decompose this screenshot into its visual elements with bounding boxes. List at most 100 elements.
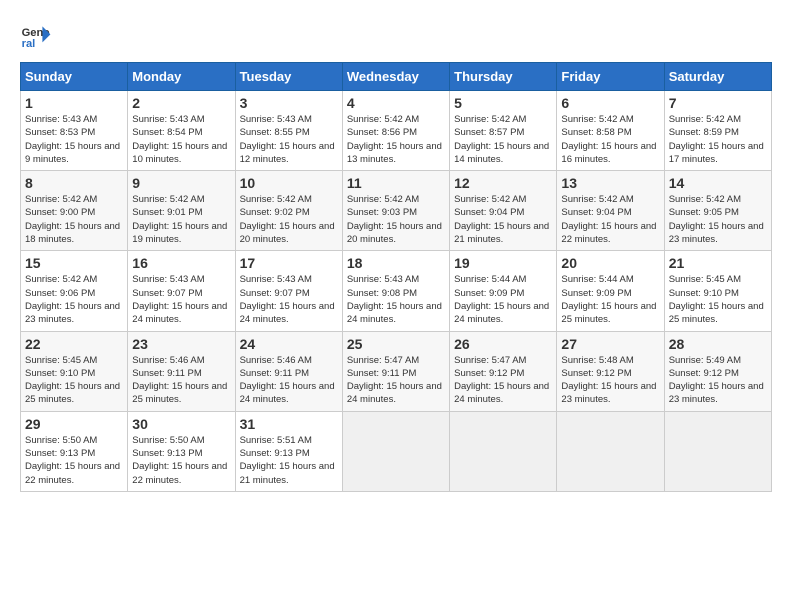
day-info: Sunrise: 5:42 AMSunset: 9:02 PMDaylight:…: [240, 193, 338, 246]
day-info: Sunrise: 5:43 AMSunset: 8:55 PMDaylight:…: [240, 113, 338, 166]
day-number: 12: [454, 175, 552, 191]
calendar-cell: [557, 411, 664, 491]
day-info: Sunrise: 5:42 AMSunset: 9:06 PMDaylight:…: [25, 273, 123, 326]
day-info: Sunrise: 5:47 AMSunset: 9:11 PMDaylight:…: [347, 354, 445, 407]
day-header-monday: Monday: [128, 63, 235, 91]
calendar-cell: 16 Sunrise: 5:43 AMSunset: 9:07 PMDayligh…: [128, 251, 235, 331]
calendar-cell: 3Sunrise: 5:43 AMSunset: 8:55 PMDaylight…: [235, 91, 342, 171]
day-info: Sunrise: 5:49 AMSunset: 9:12 PMDaylight:…: [669, 354, 767, 407]
day-info: Sunrise: 5:42 AMSunset: 9:05 PMDaylight:…: [669, 193, 767, 246]
day-info: Sunrise: 5:45 AMSunset: 9:10 PMDaylight:…: [25, 354, 123, 407]
day-header-tuesday: Tuesday: [235, 63, 342, 91]
calendar-cell: 27 Sunrise: 5:48 AMSunset: 9:12 PMDayligh…: [557, 331, 664, 411]
day-info: Sunrise: 5:43 AMSunset: 8:54 PMDaylight:…: [132, 113, 230, 166]
day-number: 21: [669, 255, 767, 271]
calendar-cell: 9 Sunrise: 5:42 AMSunset: 9:01 PMDaylight…: [128, 171, 235, 251]
day-number: 15: [25, 255, 123, 271]
day-info: Sunrise: 5:43 AMSunset: 8:53 PMDaylight:…: [25, 113, 123, 166]
calendar-cell: 11 Sunrise: 5:42 AMSunset: 9:03 PMDayligh…: [342, 171, 449, 251]
day-number: 16: [132, 255, 230, 271]
day-info: Sunrise: 5:43 AMSunset: 9:08 PMDaylight:…: [347, 273, 445, 326]
day-number: 6: [561, 95, 659, 111]
day-number: 31: [240, 416, 338, 432]
day-number: 5: [454, 95, 552, 111]
day-info: Sunrise: 5:50 AMSunset: 9:13 PMDaylight:…: [132, 434, 230, 487]
day-info: Sunrise: 5:42 AMSunset: 8:59 PMDaylight:…: [669, 113, 767, 166]
calendar-cell: 31 Sunrise: 5:51 AMSunset: 9:13 PMDayligh…: [235, 411, 342, 491]
calendar-cell: 23 Sunrise: 5:46 AMSunset: 9:11 PMDayligh…: [128, 331, 235, 411]
calendar-cell: 8 Sunrise: 5:42 AMSunset: 9:00 PMDaylight…: [21, 171, 128, 251]
day-info: Sunrise: 5:45 AMSunset: 9:10 PMDaylight:…: [669, 273, 767, 326]
day-header-saturday: Saturday: [664, 63, 771, 91]
calendar-cell: 2 Sunrise: 5:43 AMSunset: 8:54 PMDaylight…: [128, 91, 235, 171]
calendar-cell: 30 Sunrise: 5:50 AMSunset: 9:13 PMDayligh…: [128, 411, 235, 491]
day-number: 27: [561, 336, 659, 352]
calendar-cell: 1 Sunrise: 5:43 AMSunset: 8:53 PMDaylight…: [21, 91, 128, 171]
day-info: Sunrise: 5:42 AMSunset: 9:00 PMDaylight:…: [25, 193, 123, 246]
day-header-sunday: Sunday: [21, 63, 128, 91]
day-info: Sunrise: 5:44 AMSunset: 9:09 PMDaylight:…: [454, 273, 552, 326]
day-info: Sunrise: 5:44 AMSunset: 9:09 PMDaylight:…: [561, 273, 659, 326]
calendar-cell: 21 Sunrise: 5:45 AMSunset: 9:10 PMDayligh…: [664, 251, 771, 331]
page-header: Gene ral: [20, 20, 772, 52]
day-number: 1: [25, 95, 123, 111]
day-header-wednesday: Wednesday: [342, 63, 449, 91]
day-number: 2: [132, 95, 230, 111]
calendar-cell: 19 Sunrise: 5:44 AMSunset: 9:09 PMDayligh…: [450, 251, 557, 331]
day-number: 24: [240, 336, 338, 352]
day-number: 19: [454, 255, 552, 271]
day-number: 4: [347, 95, 445, 111]
calendar-cell: 14Sunrise: 5:42 AMSunset: 9:05 PMDayligh…: [664, 171, 771, 251]
day-info: Sunrise: 5:48 AMSunset: 9:12 PMDaylight:…: [561, 354, 659, 407]
day-info: Sunrise: 5:42 AMSunset: 8:58 PMDaylight:…: [561, 113, 659, 166]
day-number: 29: [25, 416, 123, 432]
day-number: 8: [25, 175, 123, 191]
logo-icon: Gene ral: [20, 20, 52, 52]
day-header-friday: Friday: [557, 63, 664, 91]
day-info: Sunrise: 5:42 AMSunset: 8:56 PMDaylight:…: [347, 113, 445, 166]
calendar-cell: 24Sunrise: 5:46 AMSunset: 9:11 PMDayligh…: [235, 331, 342, 411]
day-info: Sunrise: 5:42 AMSunset: 9:04 PMDaylight:…: [561, 193, 659, 246]
calendar-cell: 28Sunrise: 5:49 AMSunset: 9:12 PMDayligh…: [664, 331, 771, 411]
calendar-cell: 18 Sunrise: 5:43 AMSunset: 9:08 PMDayligh…: [342, 251, 449, 331]
day-number: 10: [240, 175, 338, 191]
day-header-thursday: Thursday: [450, 63, 557, 91]
calendar-cell: 20Sunrise: 5:44 AMSunset: 9:09 PMDayligh…: [557, 251, 664, 331]
calendar-cell: 7Sunrise: 5:42 AMSunset: 8:59 PMDaylight…: [664, 91, 771, 171]
day-info: Sunrise: 5:42 AMSunset: 9:01 PMDaylight:…: [132, 193, 230, 246]
day-number: 22: [25, 336, 123, 352]
day-number: 25: [347, 336, 445, 352]
day-number: 23: [132, 336, 230, 352]
day-info: Sunrise: 5:47 AMSunset: 9:12 PMDaylight:…: [454, 354, 552, 407]
day-info: Sunrise: 5:50 AMSunset: 9:13 PMDaylight:…: [25, 434, 123, 487]
calendar-cell: 17 Sunrise: 5:43 AMSunset: 9:07 PMDayligh…: [235, 251, 342, 331]
calendar-cell: 10 Sunrise: 5:42 AMSunset: 9:02 PMDayligh…: [235, 171, 342, 251]
day-number: 11: [347, 175, 445, 191]
calendar-cell: 25 Sunrise: 5:47 AMSunset: 9:11 PMDayligh…: [342, 331, 449, 411]
day-info: Sunrise: 5:43 AMSunset: 9:07 PMDaylight:…: [240, 273, 338, 326]
day-info: Sunrise: 5:42 AMSunset: 9:03 PMDaylight:…: [347, 193, 445, 246]
day-info: Sunrise: 5:51 AMSunset: 9:13 PMDaylight:…: [240, 434, 338, 487]
calendar-cell: [664, 411, 771, 491]
svg-text:ral: ral: [22, 38, 36, 50]
calendar-cell: 4 Sunrise: 5:42 AMSunset: 8:56 PMDaylight…: [342, 91, 449, 171]
calendar-cell: 13 Sunrise: 5:42 AMSunset: 9:04 PMDayligh…: [557, 171, 664, 251]
day-number: 17: [240, 255, 338, 271]
logo: Gene ral: [20, 20, 56, 52]
calendar-cell: 12Sunrise: 5:42 AMSunset: 9:04 PMDayligh…: [450, 171, 557, 251]
day-number: 18: [347, 255, 445, 271]
day-number: 13: [561, 175, 659, 191]
calendar-cell: 5 Sunrise: 5:42 AMSunset: 8:57 PMDaylight…: [450, 91, 557, 171]
day-info: Sunrise: 5:46 AMSunset: 9:11 PMDaylight:…: [132, 354, 230, 407]
calendar-cell: 6 Sunrise: 5:42 AMSunset: 8:58 PMDaylight…: [557, 91, 664, 171]
calendar-cell: 15 Sunrise: 5:42 AMSunset: 9:06 PMDayligh…: [21, 251, 128, 331]
day-info: Sunrise: 5:43 AMSunset: 9:07 PMDaylight:…: [132, 273, 230, 326]
calendar-table: SundayMondayTuesdayWednesdayThursdayFrid…: [20, 62, 772, 492]
calendar-cell: [342, 411, 449, 491]
day-number: 30: [132, 416, 230, 432]
day-number: 26: [454, 336, 552, 352]
calendar-cell: 26 Sunrise: 5:47 AMSunset: 9:12 PMDayligh…: [450, 331, 557, 411]
day-number: 9: [132, 175, 230, 191]
day-info: Sunrise: 5:42 AMSunset: 8:57 PMDaylight:…: [454, 113, 552, 166]
calendar-cell: 29 Sunrise: 5:50 AMSunset: 9:13 PMDayligh…: [21, 411, 128, 491]
